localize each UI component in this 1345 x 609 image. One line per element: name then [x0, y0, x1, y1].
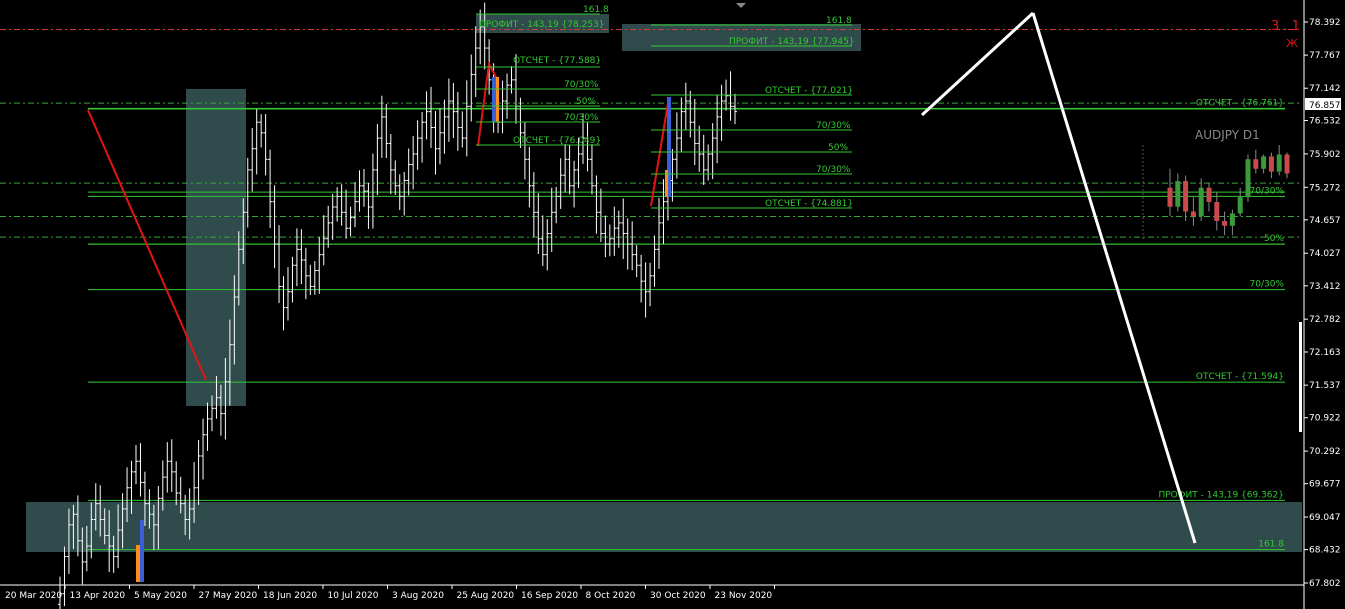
fib1-label-161: 161.8 [583, 5, 609, 15]
fib2-r1: 70/30% [816, 121, 851, 131]
mini-chart-label: AUDJPY D1 [1195, 128, 1260, 142]
price-tick-label: 73.412 [1309, 282, 1341, 292]
fib1-otschet-bottom: ОТСЧЕТ - {76.049} [513, 136, 601, 146]
time-tick-label: 20 Mar 2020 [5, 591, 62, 601]
level-label: 161.8 [1258, 540, 1284, 550]
corner-label-sub: Ж [1286, 37, 1298, 50]
time-tick-label: 13 Apr 2020 [70, 591, 126, 601]
mini-candle-body [1214, 202, 1220, 221]
fib2-otschet-bottom: ОТСЧЕТ - {74.881} [765, 199, 853, 209]
corner-label: 3 . 1 [1271, 19, 1300, 34]
price-tick-label: 67.802 [1309, 579, 1341, 589]
fib1-profit-label: ПРОФИТ - 143,19 {78.253} [479, 20, 605, 30]
time-tick-label: 5 May 2020 [134, 591, 187, 601]
level-label: 70/30% [1250, 280, 1285, 290]
time-tick-label: 27 May 2020 [199, 591, 258, 601]
fib1-r3: 70/30% [564, 113, 599, 123]
current-price-label: 76.857 [1309, 101, 1341, 111]
fib-impulse-bar-1 [492, 77, 496, 122]
impulse-bar-april [140, 520, 144, 582]
fib2-r3: 70/30% [816, 165, 851, 175]
mini-candle-body [1261, 156, 1267, 169]
mini-candle-body [1198, 187, 1204, 217]
mini-candle-body [1190, 211, 1196, 217]
level-label: 70/30% [1250, 186, 1285, 196]
fib2-profit-label: ПРОФИТ - 143,19 {77.945} [729, 37, 855, 47]
price-tick-label: 69.677 [1309, 480, 1341, 490]
price-chart: ПРОФИТ - 143,19 {69.362} 161.8 ОТСЧЕТ - {7… [0, 0, 1345, 609]
mini-candle-body [1229, 213, 1235, 226]
time-tick-label: 23 Nov 2020 [715, 591, 773, 601]
price-tick-label: 72.782 [1309, 315, 1341, 325]
mini-candle-body [1183, 181, 1189, 212]
impulse-bar-april-b [136, 545, 140, 582]
mini-candle-body [1253, 159, 1259, 169]
time-tick-label: 30 Oct 2020 [650, 591, 706, 601]
price-tick-label: 75.902 [1309, 150, 1341, 160]
price-tick-label: 77.767 [1309, 51, 1341, 61]
price-tick-label: 77.142 [1309, 84, 1341, 94]
price-tick-label: 75.272 [1309, 183, 1341, 193]
price-tick-label: 74.027 [1309, 249, 1341, 259]
time-tick-label: 10 Jul 2020 [328, 591, 379, 601]
fib2-otschet-top: ОТСЧЕТ - {77.021} [765, 86, 853, 96]
mini-candle-body [1268, 156, 1274, 172]
fib1-r2: 50% [576, 97, 596, 107]
mini-candle-body [1284, 154, 1290, 174]
time-tick-label: 8 Oct 2020 [586, 591, 636, 601]
price-tick-label: 68.432 [1309, 546, 1341, 556]
price-tick-label: 70.922 [1309, 414, 1341, 424]
price-tick-label: 72.163 [1309, 348, 1341, 358]
mini-candle-body [1245, 159, 1251, 198]
price-tick-label: 74.657 [1309, 216, 1341, 226]
mini-candle-body [1206, 187, 1212, 202]
price-tick-label: 78.392 [1309, 18, 1341, 28]
time-tick-label: 16 Sep 2020 [521, 591, 578, 601]
fib2-label-161: 161.8 [826, 16, 852, 26]
fib1-r1: 70/30% [564, 80, 599, 90]
mini-candle-body [1276, 154, 1282, 172]
highlight-zone-may[interactable] [186, 89, 246, 406]
right-scroll-edge[interactable] [1299, 322, 1302, 432]
price-tick-label: 71.537 [1309, 381, 1341, 391]
fib2-r2: 50% [828, 143, 848, 153]
price-tick-label: 76.532 [1309, 117, 1341, 127]
price-tick-label: 70.292 [1309, 447, 1341, 457]
mini-candle-body [1167, 187, 1173, 207]
highlight-zone-bottom [26, 502, 1302, 552]
level-label: 50% [1264, 234, 1284, 244]
time-tick-label: 25 Aug 2020 [457, 591, 515, 601]
mini-candle-body [1175, 181, 1181, 207]
level-label: ПРОФИТ - 143,19 {69.362} [1158, 490, 1284, 500]
mini-candle-body [1237, 197, 1243, 214]
fib-impulse-bar-1b [496, 77, 499, 122]
time-tick-label: 18 Jun 2020 [263, 591, 317, 601]
price-tick-label: 69.047 [1309, 513, 1341, 523]
level-label: ОТСЧЕТ - {71.594} [1196, 372, 1284, 382]
mini-candle-body [1222, 221, 1228, 226]
time-tick-label: 3 Aug 2020 [392, 591, 444, 601]
fib1-otschet-top: ОТСЧЕТ - {77.588} [513, 56, 601, 66]
